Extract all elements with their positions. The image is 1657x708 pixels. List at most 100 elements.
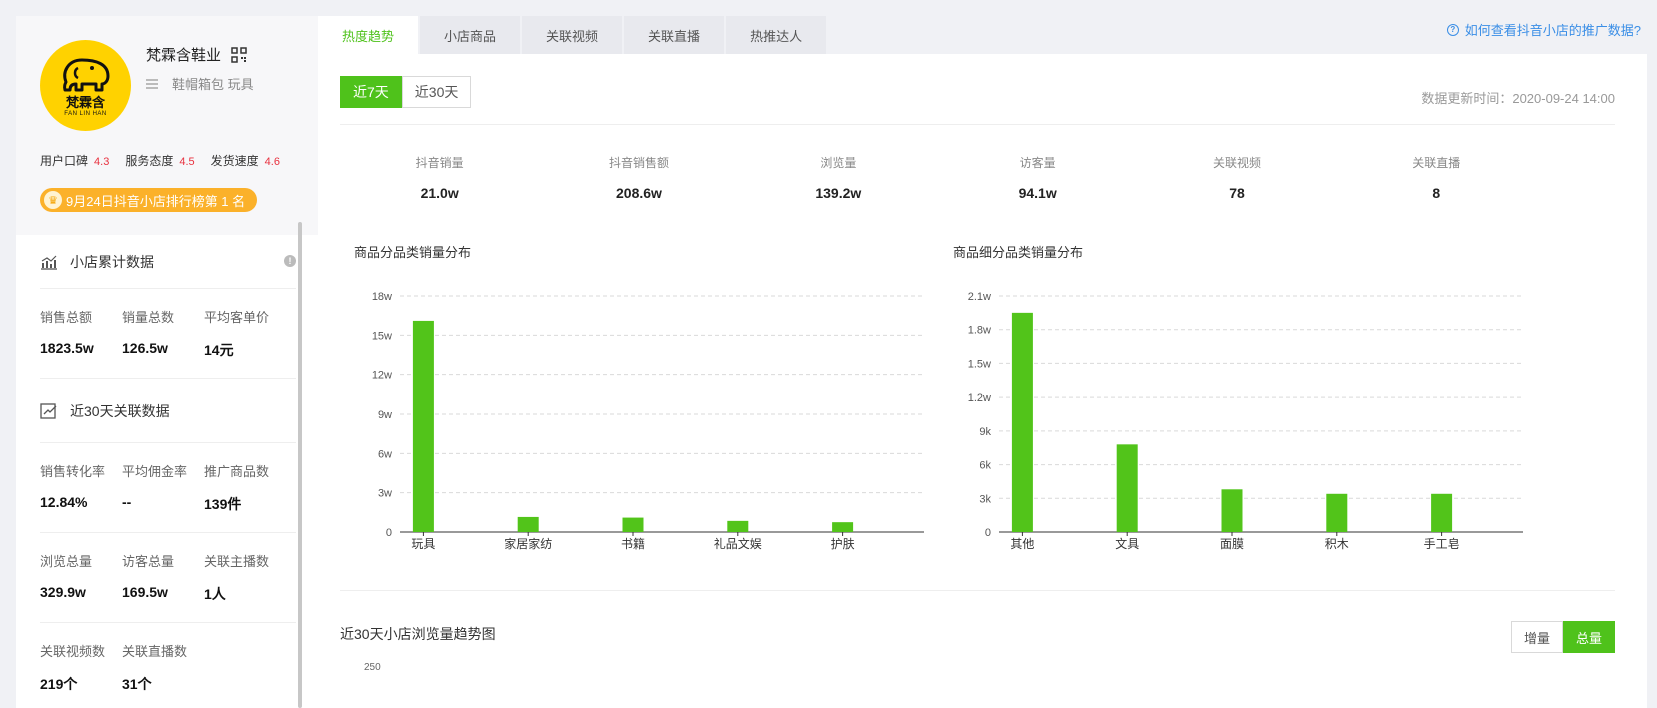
- stat-cell: 浏览总量 329.9w: [40, 551, 122, 604]
- x-tick-label: 家居家纺: [504, 536, 552, 551]
- shop-stats: 小店累计数据 ! 销售总额 1823.5w 销量总数 126.5w 平均客单价 14元…: [16, 235, 320, 708]
- kpi-label: 抖音销售额: [608, 156, 669, 170]
- shop-logo: 梵霖含 FAN LIN HAN: [40, 40, 131, 131]
- recent30-stats-row: 浏览总量 329.9w 访客总量 169.5w 关联主播数 1人: [40, 533, 296, 623]
- stat-label: 平均佣金率: [122, 464, 188, 479]
- x-tick-label: 礼品文娱: [714, 536, 762, 551]
- shop-ratings: 用户口碑 4.3 服务态度 4.5 发货速度 4.6: [40, 152, 280, 169]
- rating-value: 4.3: [94, 156, 110, 168]
- recent30-title: 近30天关联数据: [70, 402, 170, 419]
- tab-heat-trend[interactable]: 热度趋势: [318, 16, 419, 54]
- shop-header: 梵霖含 FAN LIN HAN 梵霖含鞋业 鞋帽箱包 玩具 用户口碑 4.3 服务…: [16, 16, 320, 235]
- recent30-section-title: 近30天关联数据: [40, 379, 296, 443]
- recent30-stats-row: 销售转化率 12.84% 平均佣金率 -- 推广商品数 139件: [40, 443, 296, 533]
- bar: [1326, 493, 1348, 532]
- rating-label: 发货速度: [210, 154, 259, 168]
- kpi-label: 访客量: [1019, 156, 1056, 170]
- tab-shop-products[interactable]: 小店商品: [420, 16, 521, 54]
- stat-cell: 关联直播数 31个: [122, 641, 204, 694]
- rating-value: 4.5: [179, 156, 195, 168]
- help-link[interactable]: ? 如何查看抖音小店的推广数据?: [1446, 20, 1641, 39]
- kpi-item: 抖音销量 21.0w: [340, 154, 539, 201]
- kpi-value: 139.2w: [815, 185, 862, 201]
- stat-cell: 平均佣金率 --: [122, 461, 204, 514]
- stat-value: 169.5w: [122, 584, 168, 600]
- stat-value: 1823.5w: [40, 340, 94, 356]
- stat-value: 14元: [204, 342, 234, 358]
- divider: [340, 590, 1615, 591]
- x-tick-label: 文具: [1115, 536, 1139, 551]
- bar: [412, 320, 434, 532]
- stat-label: 关联视频数: [40, 644, 106, 659]
- chart-icon: [41, 255, 57, 270]
- left-panel-scrollbar[interactable]: [298, 222, 302, 708]
- x-tick-label: 书籍: [621, 536, 645, 551]
- total-button[interactable]: 总量: [1562, 621, 1615, 653]
- stat-value: 139件: [204, 496, 242, 512]
- stat-cell: 平均客单价 14元: [204, 307, 286, 360]
- period-30days-button[interactable]: 近30天: [401, 76, 472, 108]
- tab-related-live[interactable]: 关联直播: [624, 16, 725, 54]
- kpi-value: 78: [1229, 185, 1245, 201]
- kpi-item: 关联直播 8: [1337, 154, 1536, 201]
- kpi-label: 抖音销量: [415, 156, 464, 170]
- tab-hot-influencers[interactable]: 热推达人: [726, 16, 827, 54]
- y-tick-label: 1.2w: [968, 392, 991, 404]
- stat-value: 12.84%: [40, 494, 88, 510]
- y-tick-label: 12w: [372, 370, 392, 382]
- x-tick-label: 手工皂: [1424, 537, 1460, 551]
- tab-related-videos[interactable]: 关联视频: [522, 16, 623, 54]
- increment-button[interactable]: 增量: [1510, 621, 1563, 653]
- stat-value: 1人: [204, 586, 226, 602]
- kpi-value: 94.1w: [1018, 185, 1057, 201]
- stat-cell: 访客总量 169.5w: [122, 551, 204, 604]
- help-link-text[interactable]: 如何查看抖音小店的推广数据?: [1465, 20, 1641, 39]
- trend-icon: [40, 402, 57, 419]
- rank-badge-text: 9月24日抖音小店排行榜第 1 名: [66, 193, 246, 209]
- info-icon[interactable]: !: [284, 255, 296, 267]
- stat-value: 31个: [122, 676, 152, 692]
- x-tick-label: 护肤: [831, 536, 855, 551]
- stat-cell: 关联主播数 1人: [204, 551, 286, 604]
- update-time: 数据更新时间：2020-09-24 14:00: [1421, 91, 1615, 106]
- y-tick-label: 6k: [979, 460, 991, 472]
- y-tick-label: 15w: [372, 330, 392, 342]
- y-tick-label: 1.8w: [968, 325, 991, 337]
- subcategory-chart-title: 商品细分品类销量分布: [953, 245, 1084, 260]
- logo-text: 梵霖含: [65, 95, 105, 110]
- shop-category: 鞋帽箱包 玩具: [146, 74, 254, 93]
- shop-category-text: 鞋帽箱包 玩具: [172, 77, 254, 92]
- stat-label: 销售转化率: [40, 464, 106, 479]
- shop-name-text: 梵霖含鞋业: [146, 47, 222, 64]
- trend-chart-title: 近30天小店浏览量趋势图: [340, 626, 496, 642]
- y-tick-label: 2.1w: [968, 291, 991, 303]
- stat-value: 329.9w: [40, 584, 86, 600]
- y-tick-label: 9w: [378, 409, 392, 421]
- main-content: 近7天 近30天 数据更新时间：2020-09-24 14:00 抖音销量 21.…: [318, 54, 1647, 708]
- shop-info-panel: 梵霖含 FAN LIN HAN 梵霖含鞋业 鞋帽箱包 玩具 用户口碑 4.3 服务…: [16, 16, 320, 708]
- crown-icon: ♛: [44, 191, 62, 209]
- question-icon: ?: [1446, 23, 1459, 36]
- period-7days-button[interactable]: 近7天: [340, 76, 402, 108]
- divider: [340, 124, 1615, 125]
- stat-label: 销售总额: [40, 310, 93, 325]
- kpi-value: 21.0w: [420, 185, 459, 201]
- x-tick-label: 积木: [1325, 537, 1349, 551]
- kpi-value: 8: [1432, 185, 1441, 201]
- qr-code-icon[interactable]: [231, 46, 247, 63]
- bar: [727, 520, 749, 532]
- period-selector: 近7天 近30天: [340, 76, 472, 108]
- y-tick-label: 0: [386, 527, 392, 539]
- kpi-value: 208.6w: [616, 185, 662, 201]
- rating-shipping: 发货速度 4.6: [211, 152, 280, 169]
- tab-bar: 热度趋势 小店商品 关联视频 关联直播 热推达人: [318, 16, 827, 54]
- bar: [622, 517, 644, 532]
- stat-cell: 推广商品数 139件: [204, 461, 286, 514]
- cumulative-stats: 销售总额 1823.5w 销量总数 126.5w 平均客单价 14元: [40, 289, 296, 379]
- x-tick-label: 面膜: [1220, 537, 1244, 551]
- recent30-stats-row: 关联视频数 219个 关联直播数 31个: [40, 623, 296, 708]
- shop-name: 梵霖含鞋业: [146, 44, 247, 65]
- kpi-label: 关联直播: [1412, 156, 1461, 170]
- category-sales-chart: 0 3w 6w 9w 12w 15w 18w 玩具 家居家纺 书籍 礼品文娱 护肤: [372, 291, 924, 551]
- trend-y-tick: 250: [364, 662, 381, 673]
